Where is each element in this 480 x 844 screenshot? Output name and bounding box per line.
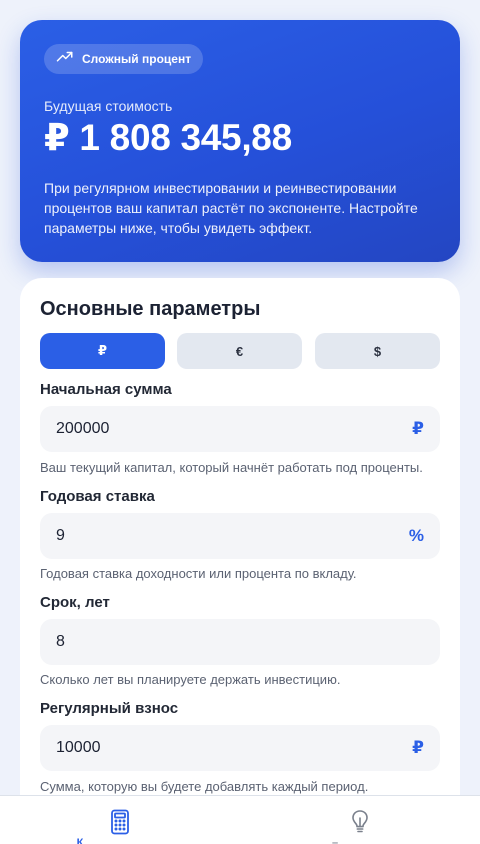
trending-up-icon [56, 48, 74, 71]
main-params-card: Основные параметры ₽ € $ Начальная сумма… [20, 278, 460, 844]
initial-amount-input[interactable]: 200000 ₽ [40, 406, 440, 452]
future-value-card: Сложный процент Будущая стоимость ₽ 1 80… [20, 20, 460, 262]
regular-contribution-help: Сумма, которую вы будете добавлять кажды… [40, 779, 369, 794]
bottom-navigation: К – [0, 795, 480, 844]
currency-option-eur[interactable]: € [177, 333, 302, 369]
initial-amount-value[interactable]: 200000 [56, 420, 109, 438]
currency-option-rub[interactable]: ₽ [40, 333, 165, 369]
term-years-value[interactable]: 8 [56, 633, 65, 651]
screen: Сложный процент Будущая стоимость ₽ 1 80… [0, 0, 480, 844]
annual-rate-value[interactable]: 9 [56, 527, 65, 545]
term-years-help: Сколько лет вы планируете держать инвест… [40, 672, 341, 687]
nav-label-calculator: К [76, 837, 84, 844]
future-value-amount: ₽ 1 808 345,88 [44, 117, 292, 158]
nav-item-tips[interactable]: – [240, 796, 480, 844]
hero-description: При регулярном инвестировании и реинвест… [44, 180, 418, 236]
future-value-label: Будущая стоимость [44, 98, 173, 114]
params-title: Основные параметры [40, 298, 261, 320]
term-years-input[interactable]: 8 [40, 619, 440, 665]
annual-rate-input[interactable]: 9 % [40, 513, 440, 559]
annual-rate-label: Годовая ставка [40, 488, 155, 505]
currency-option-usd[interactable]: $ [315, 333, 440, 369]
initial-amount-label: Начальная сумма [40, 381, 172, 398]
term-years-label: Срок, лет [40, 594, 110, 611]
initial-amount-help: Ваш текущий капитал, который начнёт рабо… [40, 460, 423, 475]
annual-rate-help: Годовая ставка доходности или процента п… [40, 566, 357, 581]
lightbulb-icon [352, 810, 368, 833]
badge-label: Сложный процент [82, 52, 192, 66]
regular-contribution-label: Регулярный взнос [40, 700, 179, 717]
nav-item-calculator[interactable]: К [0, 796, 240, 844]
regular-contribution-value[interactable]: 10000 [56, 739, 101, 757]
ruble-suffix-icon: ₽ [412, 738, 424, 757]
calculator-icon [111, 809, 129, 835]
regular-contribution-input[interactable]: 10000 ₽ [40, 725, 440, 771]
compound-interest-badge: Сложный процент [44, 44, 204, 74]
ruble-suffix-icon: ₽ [412, 419, 424, 438]
percent-suffix-icon: % [408, 526, 424, 545]
nav-label-tips: – [331, 837, 339, 844]
